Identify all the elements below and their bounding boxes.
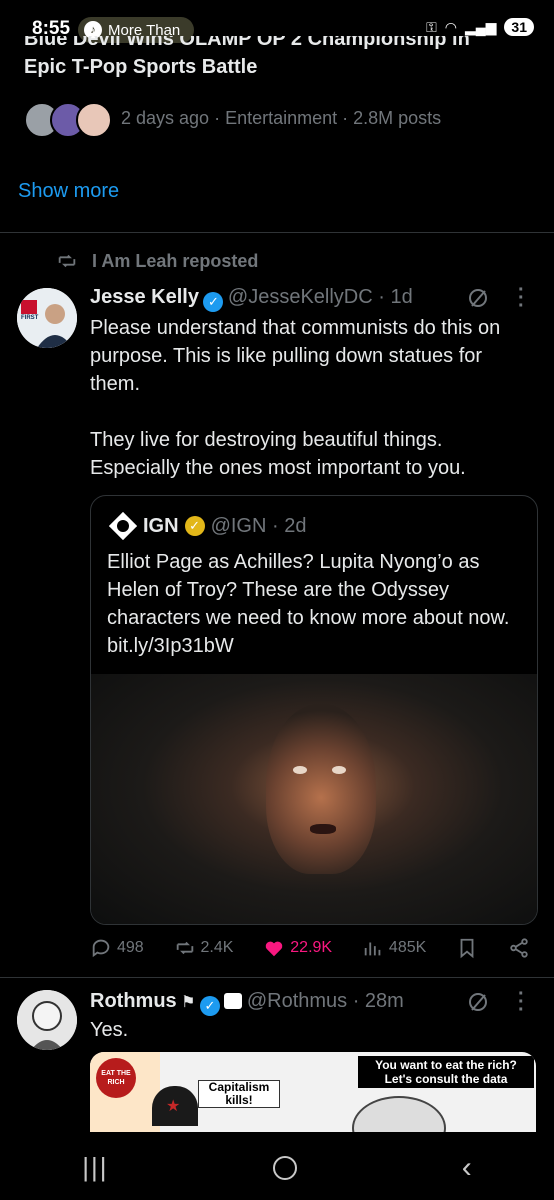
- views-icon: [364, 942, 381, 956]
- reply-button[interactable]: 498: [90, 937, 144, 959]
- trend-avatars: [24, 102, 112, 138]
- home-icon[interactable]: [273, 1155, 298, 1180]
- status-icons: ⚿ ◠ ▂▄▆ 31: [426, 18, 534, 36]
- author-handle[interactable]: @Rothmus · 28m: [247, 990, 404, 1012]
- show-more-link[interactable]: Show more: [18, 180, 119, 203]
- back-icon[interactable]: ‹: [462, 1151, 472, 1185]
- repost-indicator[interactable]: I Am Leah reposted: [56, 250, 258, 272]
- author-name[interactable]: Jesse Kelly: [90, 286, 199, 308]
- more-icon[interactable]: · · ·: [518, 984, 525, 1020]
- retweet-icon: [58, 254, 76, 268]
- author-handle[interactable]: @JesseKellyDC · 1d: [228, 286, 413, 308]
- tweet-actions: 498 2.4K 22.9K 485K: [90, 937, 530, 959]
- android-nav-bar: ||| ‹: [0, 1135, 554, 1200]
- reply-count: 498: [117, 939, 144, 956]
- share-icon[interactable]: [508, 937, 530, 959]
- key-icon: ⚿: [426, 18, 437, 35]
- quote-author-name: IGN: [143, 514, 179, 537]
- retweet-icon: [176, 941, 193, 955]
- tweet-media-meme[interactable]: EAT THE RICH ★ Capitalism kills! You wan…: [90, 1052, 536, 1132]
- like-button[interactable]: 22.9K: [263, 937, 332, 959]
- more-icon[interactable]: · · ·: [518, 280, 525, 316]
- divider: [0, 977, 554, 978]
- tweet-header: Rothmus ⚑ ✓ @Rothmus · 28m: [90, 990, 404, 1016]
- meme-caption-right: You want to eat the rich? Let's consult …: [358, 1056, 534, 1088]
- trend-title[interactable]: Blue Devil Wins OLAMP OP 2 Championship …: [24, 36, 524, 82]
- reply-icon: [92, 939, 110, 958]
- avatar-label: FIRST: [21, 315, 39, 321]
- repost-label: I Am Leah reposted: [92, 250, 259, 271]
- tweet-text: Please understand that communists do thi…: [90, 317, 501, 479]
- repost-count: 2.4K: [200, 939, 234, 956]
- verified-gold-icon: ✓: [184, 516, 205, 536]
- view-count: 485K: [388, 939, 427, 956]
- pirate-flag-icon: ⚑: [181, 994, 196, 1011]
- ign-logo-icon: [109, 512, 137, 540]
- meme-caption-left: Capitalism kills!: [198, 1080, 280, 1108]
- battery-level: 31: [504, 18, 534, 36]
- quote-media-image[interactable]: [91, 674, 537, 924]
- star-icon: ★: [166, 1098, 181, 1115]
- signal-icon: ▂▄▆: [464, 18, 497, 35]
- repost-button[interactable]: 2.4K: [174, 937, 234, 959]
- quoted-tweet[interactable]: IGN ✓ @IGN · 2d Elliot Page as Achilles?…: [90, 495, 538, 925]
- affiliate-badge-icon: [224, 993, 243, 1009]
- face-illustration: [266, 704, 376, 874]
- meme-wojak: [352, 1096, 446, 1132]
- quote-text: Elliot Page as Achilles? Lupita Nyong’o …: [107, 551, 510, 657]
- trend-title-line1: Blue Devil Wins OLAMP OP 2 Championship …: [24, 36, 470, 50]
- tweet-header: Jesse Kelly ✓ @JesseKellyDC · 1d: [90, 286, 413, 312]
- rothmus-avatar[interactable]: [17, 990, 77, 1050]
- trend-meta: 2 days ago · Entertainment · 2.8M posts: [121, 108, 442, 128]
- trend-title-line2: Epic T-Pop Sports Battle: [24, 56, 258, 78]
- wifi-icon: ◠: [444, 18, 457, 35]
- divider: [0, 232, 554, 233]
- quote-author-handle: @IGN · 2d: [210, 514, 307, 537]
- avatar: [76, 102, 112, 138]
- meme-sign: EAT THE RICH: [96, 1058, 136, 1098]
- views-button[interactable]: 485K: [362, 937, 426, 959]
- grok-icon[interactable]: [466, 990, 490, 1014]
- author-name[interactable]: Rothmus: [90, 990, 177, 1012]
- bookmark-icon[interactable]: [456, 937, 478, 959]
- grok-icon[interactable]: [466, 286, 490, 310]
- like-count: 22.9K: [290, 939, 333, 956]
- quote-header: IGN ✓ @IGN · 2d: [109, 512, 306, 540]
- jesse-kelly-avatar[interactable]: FIRST: [17, 288, 77, 348]
- tweet-text: Yes.: [90, 1019, 129, 1041]
- recents-icon[interactable]: |||: [82, 1152, 108, 1183]
- verified-icon: ✓: [203, 292, 224, 312]
- verified-icon: ✓: [199, 996, 220, 1016]
- like-icon: [266, 941, 283, 957]
